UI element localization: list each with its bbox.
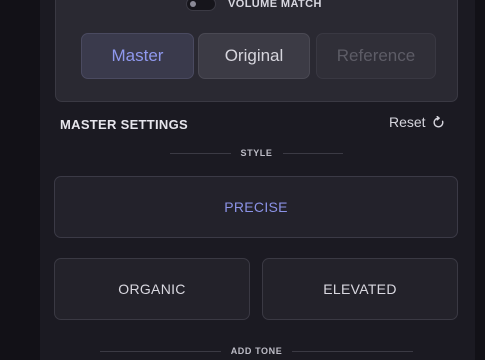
toggle-knob	[190, 1, 196, 7]
style-label: STYLE	[240, 148, 273, 158]
add-tone-divider: ADD TONE	[60, 346, 453, 356]
reset-label: Reset	[389, 114, 426, 130]
volume-match-toggle[interactable]	[186, 0, 216, 11]
style-option-precise[interactable]: PRECISE	[54, 176, 458, 238]
original-compare-button[interactable]: Original	[198, 33, 310, 79]
style-option-elevated[interactable]: ELEVATED	[262, 258, 458, 320]
style-divider: STYLE	[60, 148, 453, 158]
style-option-organic[interactable]: ORGANIC	[54, 258, 250, 320]
master-compare-button[interactable]: Master	[81, 33, 194, 79]
divider-line-left	[170, 152, 231, 154]
reference-compare-button[interactable]: Reference	[316, 33, 436, 79]
volume-match-label: VOLUME MATCH	[228, 0, 322, 10]
app-window: VOLUME MATCH Master Original Reference M…	[0, 0, 485, 360]
master-settings-title: MASTER SETTINGS	[60, 117, 189, 132]
divider-line-right	[282, 152, 344, 154]
reset-icon	[432, 115, 445, 129]
reset-button[interactable]: Reset	[389, 114, 445, 130]
left-sidebar-edge	[0, 0, 40, 360]
divider-line-right	[292, 350, 414, 352]
right-sidebar-edge	[475, 0, 485, 360]
volume-match-row: VOLUME MATCH	[186, 0, 322, 12]
divider-line-left	[100, 350, 221, 352]
add-tone-label: ADD TONE	[230, 346, 283, 356]
